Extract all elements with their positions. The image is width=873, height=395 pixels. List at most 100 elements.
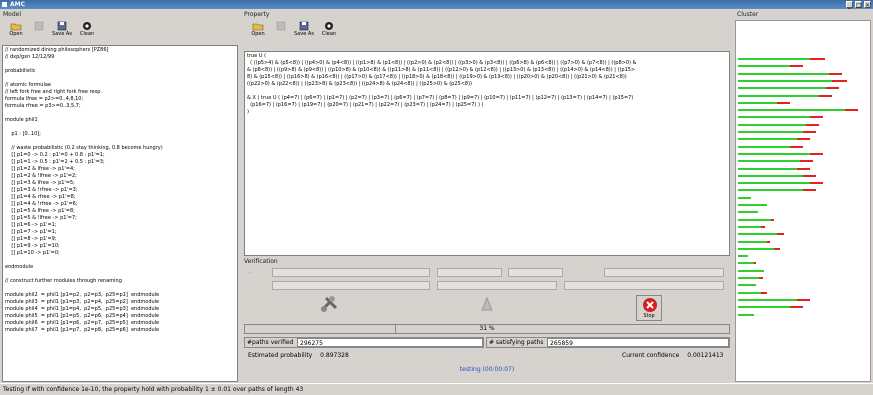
option-field-2[interactable]: [437, 268, 502, 277]
save-as-icon: [57, 21, 67, 31]
model-clean-button[interactable]: Clean: [76, 20, 98, 42]
cluster-bar: [738, 189, 816, 192]
property-line: (p16=7) | (p16=7) | (p19=7) | (p20=7) | …: [247, 102, 484, 108]
cluster-bar-fail: [809, 152, 823, 155]
cluster-bar-fail: [777, 101, 790, 104]
option-field-5[interactable]: [272, 281, 430, 290]
cluster-bar: [738, 87, 840, 90]
code-line: [] p1=6 -> p1'=1;: [5, 222, 57, 228]
build-button[interactable]: [318, 294, 340, 314]
code-line: // construct further modules through ren…: [5, 278, 122, 284]
maximize-button[interactable]: □: [855, 1, 862, 9]
property-line: 8) & (p15<8)) | ((p16>8) & (p16<8)) | ((…: [247, 74, 627, 80]
model-clean-label: Clean: [79, 31, 95, 37]
cluster-bar-fail: [777, 233, 784, 236]
code-line: module phil4 = phil1 [p1=p4, p2=p5, p25=…: [5, 306, 160, 312]
cluster-bar-fail: [809, 58, 826, 60]
code-line: [] p1=8 -> p1'=9;: [5, 236, 57, 242]
code-line: module phil5 = phil1 [p1=p5, p2=p6, p25=…: [5, 313, 160, 319]
cluster-bar-fail: [803, 174, 816, 177]
cluster-bar: [738, 182, 823, 185]
option-field-1[interactable]: [272, 268, 430, 277]
cluster-bar: [738, 101, 790, 104]
code-line: [] p1=0 -> 0.2 : p1'=0 + 0.8 : p1'=1;: [5, 152, 105, 158]
property-save-as-button[interactable]: Save As: [293, 20, 315, 42]
property-clean-button[interactable]: Clean: [318, 20, 340, 42]
code-line: [] p1=2 & lfree -> p1'=4;: [5, 166, 75, 172]
cluster-bar-fail: [809, 182, 823, 185]
code-line: [] p1=9 -> p1'=10;: [5, 243, 60, 249]
stop-label: Stop: [643, 313, 655, 319]
cluster-bar: [738, 247, 780, 250]
model-code-editor[interactable]: // randomized dining philosophers [PZ86]…: [2, 45, 238, 382]
save-as-icon: [299, 21, 309, 31]
property-editor[interactable]: true U ( ( ((p5>4) & (p5<8)) | ((p4>0) &…: [244, 51, 730, 256]
cluster-bar-fail: [790, 306, 803, 309]
cluster-bar: [738, 109, 858, 112]
status-bar: Testing if with confidence 1e-10, the pr…: [0, 383, 873, 395]
stop-icon: [643, 298, 657, 312]
code-line: module phil6 = phil1 [p1=p6, p2=p7, p25=…: [5, 320, 160, 326]
cluster-bar-fail: [796, 298, 810, 301]
code-line: probabilistic: [5, 68, 36, 74]
folder-open-icon: [252, 23, 264, 31]
cluster-bar: [738, 65, 803, 68]
cluster-panel: [735, 20, 871, 382]
satisfying-paths-group: # satisfying paths 265859: [486, 337, 730, 348]
code-line: [] p1=3 & !rfree -> p1'=3;: [5, 187, 78, 193]
code-line: [] p1=4 & rfree -> p1'=8;: [5, 194, 76, 200]
verify-icon: [481, 296, 493, 311]
code-line: [] p1=10 -> p1'=0;: [5, 250, 60, 256]
code-line: [] p1=5 & !lfree -> p1'=7;: [5, 215, 77, 221]
stop-button[interactable]: Stop: [636, 295, 662, 321]
model-save-as-button[interactable]: Save As: [51, 20, 73, 42]
progress-bar: 31 %: [244, 324, 730, 334]
model-save-as-label: Save As: [52, 31, 72, 37]
cluster-bar: [738, 167, 810, 170]
property-open-button[interactable]: Open: [247, 20, 269, 42]
code-line: [] p1=2 & !lfree -> p1'=2;: [5, 173, 77, 179]
property-save-as-label: Save As: [294, 31, 314, 37]
cluster-bar-fail: [844, 109, 858, 112]
cluster-bar-fail: [758, 277, 763, 279]
option-field-6[interactable]: [437, 281, 557, 290]
code-line: // left fork free and right fork free re…: [5, 89, 102, 95]
verify-button[interactable]: [476, 294, 498, 314]
cluster-bar: [738, 233, 784, 236]
model-open-button[interactable]: Open: [5, 20, 27, 42]
cluster-bar: [738, 123, 819, 126]
cluster-bar-fail: [803, 189, 816, 192]
cluster-bar-fail: [753, 262, 757, 265]
option-field-3[interactable]: [508, 268, 563, 277]
cluster-bar-fail: [770, 218, 775, 221]
cluster-bar-fail: [805, 123, 819, 126]
paths-verified-group: #paths verified 296275: [244, 337, 484, 348]
cluster-label: Cluster: [737, 11, 759, 18]
cluster-bar-fail: [831, 79, 848, 82]
cluster-bar: [738, 94, 832, 97]
option-label-1: –: [248, 269, 251, 276]
cluster-bar: [738, 240, 771, 243]
property-save-button[interactable]: [270, 20, 292, 42]
model-save-button[interactable]: [28, 20, 50, 42]
cluster-bar-fail: [761, 225, 766, 228]
cluster-bar-fail: [826, 87, 840, 90]
code-line: formula rfree = p3>=0..3,5,7;: [5, 103, 81, 109]
cluster-bar-fail: [761, 291, 767, 294]
minimize-button[interactable]: _: [846, 1, 853, 9]
option-field-7[interactable]: [564, 281, 724, 290]
cluster-bar: [738, 306, 803, 309]
model-open-label: Open: [9, 31, 23, 37]
code-line: module phil7 = phil1 [p1=p7, p2=p8, p25=…: [5, 327, 160, 333]
estimated-probability-caption: Estimated probability: [248, 352, 313, 359]
code-line: endmodule: [5, 264, 34, 270]
code-line: [] p1=3 & lfree -> p1'=5;: [5, 180, 75, 186]
close-window-button[interactable]: ×: [864, 1, 871, 9]
cluster-bar: [738, 116, 823, 119]
option-field-4[interactable]: [604, 268, 724, 277]
progress-label: 31 %: [479, 325, 495, 332]
